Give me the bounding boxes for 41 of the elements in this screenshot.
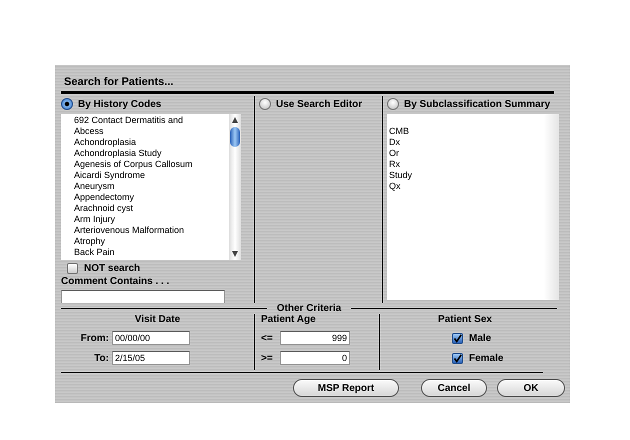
list-item[interactable]: 692 Contact Dermatitis and Abcess	[74, 115, 214, 137]
list-item[interactable]: Arm Injury	[74, 214, 229, 225]
list-item[interactable]: Aicardi Syndrome	[74, 170, 229, 181]
list-item[interactable]: Back Pain	[74, 247, 229, 258]
section-label: Patient Sex	[438, 314, 492, 327]
from-date-field[interactable]: 00/00/00	[112, 331, 190, 345]
list-item[interactable]: Study	[387, 170, 559, 181]
dialog-button[interactable]: OK	[497, 379, 565, 397]
list-item[interactable]: Arachnoid cyst	[74, 203, 229, 214]
list-item[interactable]: CMB	[387, 126, 559, 137]
checkbox[interactable]: Male	[440, 328, 492, 348]
list-item[interactable]: Qx	[387, 181, 559, 192]
not-search-checkbox[interactable]: NOT search	[67, 262, 140, 275]
radio-button[interactable]: By History Codes	[61, 96, 162, 112]
section-title: Other Criteria	[276, 303, 342, 314]
list-item[interactable]: Aneurysm	[74, 181, 229, 192]
list-item[interactable]: Agenesis of Corpus Callosum	[74, 159, 229, 170]
checkbox[interactable]: Female	[440, 348, 504, 368]
section-label: Patient Age	[261, 314, 317, 327]
field-label: From:	[80, 332, 109, 344]
operator-label: >=	[261, 352, 274, 364]
field-label: To:	[93, 352, 109, 364]
window-title: Search for Patients...	[61, 73, 554, 94]
radio-button[interactable]: By Subclassification Summary	[387, 96, 550, 112]
list-item[interactable]: Appendectomy	[74, 192, 229, 203]
list-item[interactable]: Or	[387, 148, 559, 159]
list-item[interactable]: Rx	[387, 159, 559, 170]
list-item[interactable]: Achondroplasia Study	[74, 148, 229, 159]
list-item[interactable]: Arteriovenous Malformation	[74, 225, 229, 236]
list-item[interactable]: Dx	[387, 137, 559, 148]
operator-label: <=	[261, 332, 274, 344]
list-item[interactable]: Achondroplasia	[74, 137, 229, 148]
list-item[interactable]: Atrophy	[74, 236, 229, 247]
comment-label: Comment Contains . . .	[61, 276, 170, 287]
dialog-button[interactable]: Cancel	[421, 379, 487, 397]
min-age-field[interactable]: 0	[280, 351, 350, 365]
to-date-field[interactable]: 2/15/05	[112, 351, 190, 365]
max-age-field[interactable]: 999	[280, 331, 350, 345]
section-label: Visit Date	[134, 314, 182, 327]
radio-button[interactable]: Use Search Editor	[259, 96, 362, 112]
dialog-button[interactable]: MSP Report	[293, 379, 399, 397]
